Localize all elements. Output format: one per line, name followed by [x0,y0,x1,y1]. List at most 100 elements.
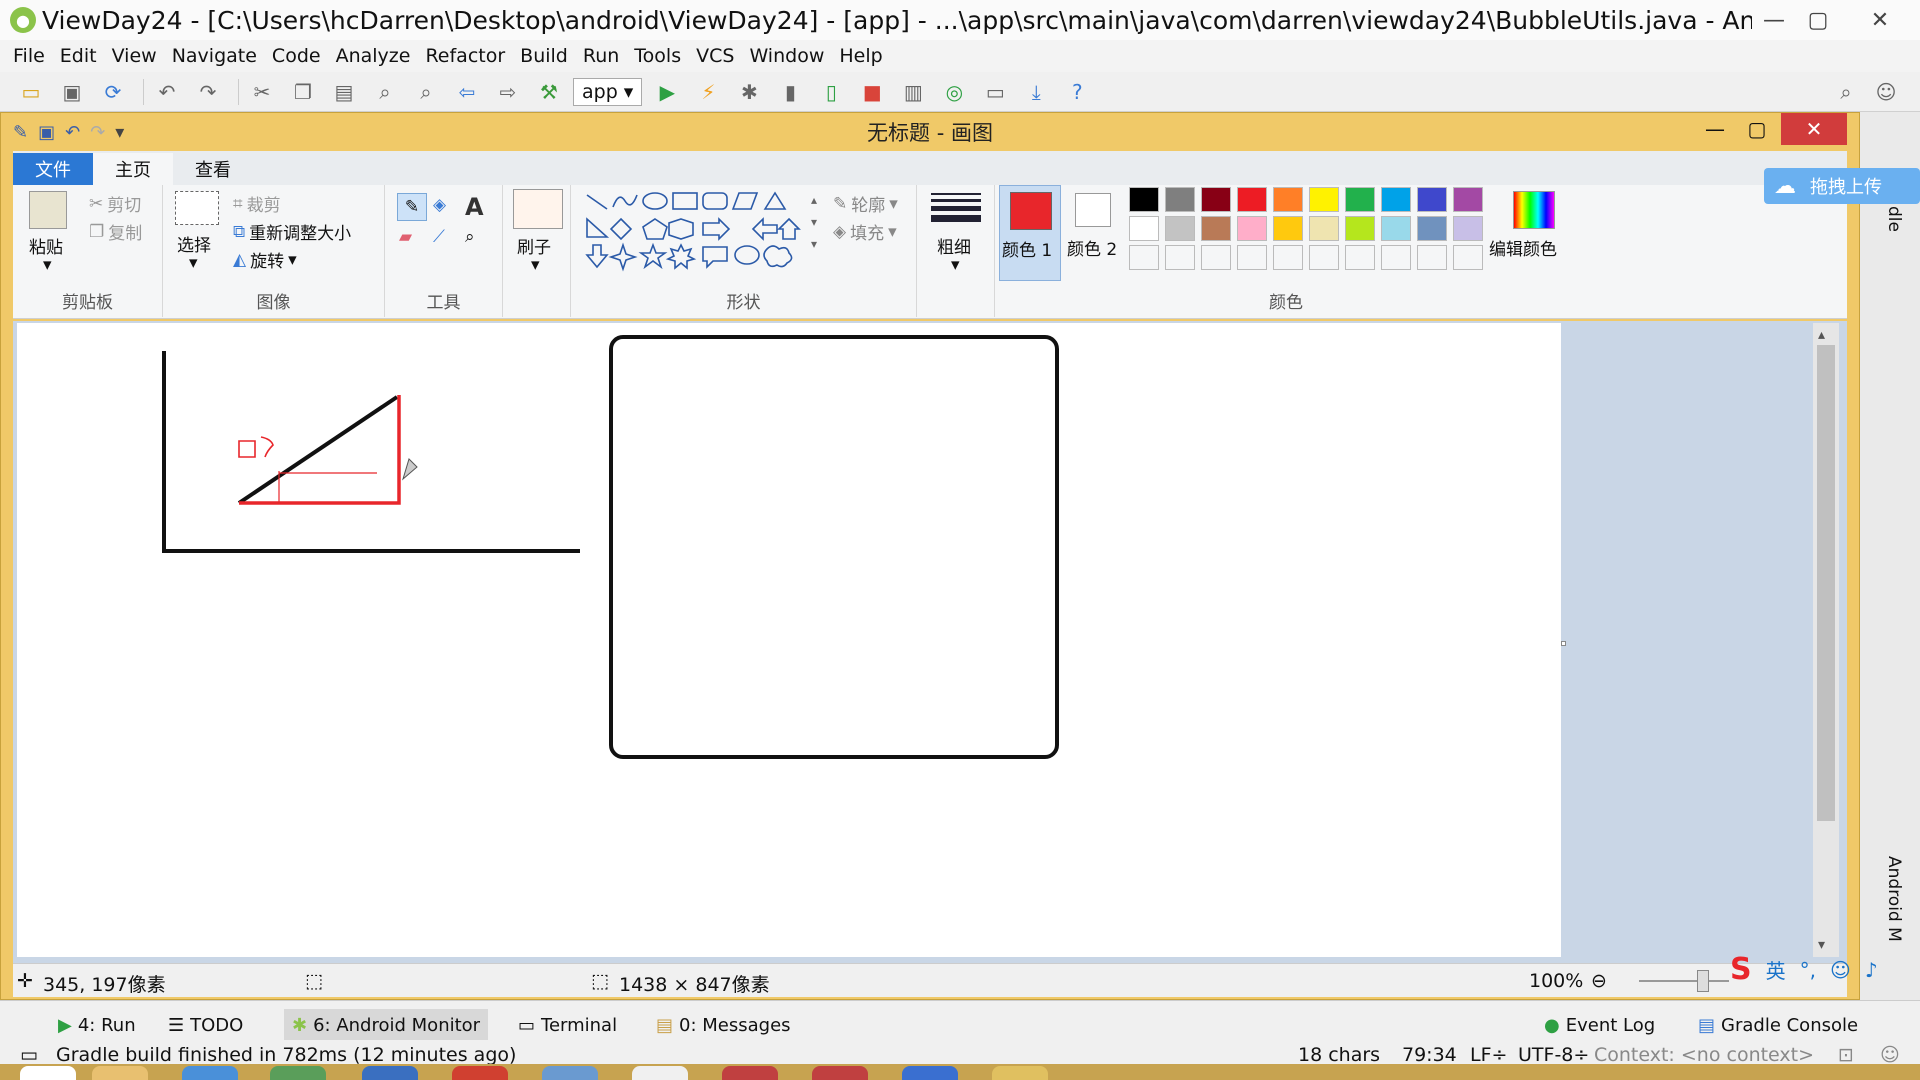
palette-custom-slot[interactable] [1273,245,1303,270]
palette-color-swatch[interactable] [1309,187,1339,212]
gradle-side-tab[interactable]: dle [1884,206,1904,232]
messages-tab[interactable]: ▤ 0: Messages [656,1015,791,1036]
menu-edit[interactable]: Edit [60,45,97,67]
save-icon[interactable]: ▣ [55,76,89,108]
status-toggle-icon[interactable]: ▭ [20,1044,38,1066]
scroll-up-icon[interactable]: ▴ [1818,327,1825,343]
color2-button[interactable]: 颜色 2 [1065,185,1123,281]
palette-color-swatch[interactable] [1129,216,1159,241]
palette-color-swatch[interactable] [1309,216,1339,241]
crop-button[interactable]: ⌗ 裁剪 [233,191,281,217]
palette-color-swatch[interactable] [1201,216,1231,241]
size-dropdown-icon[interactable]: ▾ [951,255,960,275]
color1-button[interactable]: 颜色 1 [999,185,1061,281]
palette-custom-slot[interactable] [1237,245,1267,270]
paint-maximize-button[interactable]: ▢ [1737,113,1777,145]
outline-button[interactable]: ✎ 轮廓 ▾ [833,191,898,217]
palette-color-swatch[interactable] [1381,187,1411,212]
shapes-expand-icon[interactable]: ▾ [811,237,817,251]
menu-build[interactable]: Build [520,45,568,67]
text-tool-icon[interactable]: A [465,193,484,221]
run-icon[interactable]: ▶ [650,76,684,108]
color-picker-icon[interactable]: ⟋ [433,227,445,247]
file-encoding[interactable]: UTF-8÷ [1518,1044,1589,1066]
run-tab[interactable]: ▶ 4: Run [58,1015,136,1036]
palette-custom-slot[interactable] [1453,245,1483,270]
taskbar-ie-icon[interactable] [182,1066,238,1080]
menu-navigate[interactable]: Navigate [172,45,257,67]
palette-custom-slot[interactable] [1165,245,1195,270]
shapes-scroll-down-icon[interactable]: ▾ [811,215,817,229]
palette-color-swatch[interactable] [1273,187,1303,212]
terminal-tab[interactable]: ▭ Terminal [518,1015,617,1036]
sync-icon[interactable]: ⟳ [96,76,130,108]
cut-icon[interactable]: ✂ [245,76,279,108]
menu-file[interactable]: File [13,45,45,67]
copy-button[interactable]: ❐ 复制 [89,219,142,245]
todo-tab[interactable]: ☰ TODO [168,1015,243,1036]
paste-dropdown-icon[interactable]: ▾ [43,255,52,275]
taskbar-start-icon[interactable] [20,1066,76,1080]
taskbar-app-icon[interactable] [270,1066,326,1080]
taskbar-app-icon[interactable] [632,1066,688,1080]
tab-home[interactable]: 主页 [93,153,173,185]
eraser-icon[interactable]: ▰ [399,227,412,247]
ime-emoji-icon[interactable]: ☺ [1830,958,1851,982]
taskbar-app-icon[interactable] [452,1066,508,1080]
user-icon[interactable]: ☺ [1869,76,1903,108]
build-hammer-icon[interactable]: ⚒ [532,76,566,108]
gradle-console-tab[interactable]: ▤ Gradle Console [1698,1015,1858,1036]
instant-run-icon[interactable]: ⚡ [691,76,725,108]
close-button[interactable]: ✕ [1840,0,1920,40]
canvas-resize-handle[interactable] [1561,641,1566,646]
tab-file[interactable]: 文件 [13,153,93,185]
minimize-button[interactable]: — [1752,0,1796,40]
taskbar-paint-icon[interactable] [992,1066,1048,1080]
open-folder-icon[interactable]: ▭ [14,76,48,108]
inspector-icon[interactable]: ☺ [1880,1044,1900,1066]
drawing-canvas[interactable] [17,323,1561,957]
android-monitor-tab[interactable]: ✱ 6: Android Monitor [284,1009,489,1042]
tab-view[interactable]: 查看 [173,153,253,185]
profile-icon[interactable]: ▮ [773,76,807,108]
palette-color-swatch[interactable] [1165,216,1195,241]
magnifier-icon[interactable]: ⌕ [465,227,475,247]
undo-icon[interactable]: ↶ [150,76,184,108]
fill-button[interactable]: ◈ 填充 ▾ [833,219,897,245]
paint-close-button[interactable]: ✕ [1781,113,1847,145]
palette-custom-slot[interactable] [1129,245,1159,270]
palette-color-swatch[interactable] [1201,187,1231,212]
ime-punctuation-icon[interactable]: °, [1800,958,1816,982]
menu-run[interactable]: Run [583,45,619,67]
copy-icon[interactable]: ❐ [286,76,320,108]
download-icon[interactable]: ⤓ [1019,76,1053,108]
brush-dropdown-icon[interactable]: ▾ [531,255,540,275]
find-icon[interactable]: ⌕ [368,76,402,108]
palette-color-swatch[interactable] [1273,216,1303,241]
lock-icon[interactable]: ⊡ [1838,1044,1854,1066]
ime-language[interactable]: 英 [1766,955,1786,984]
taskbar-app-icon[interactable] [812,1066,868,1080]
taskbar-app-icon[interactable] [902,1066,958,1080]
baidu-upload-widget[interactable]: ☁ 拖拽上传 [1764,168,1920,204]
edit-colors-button[interactable]: 编辑颜色 [1489,185,1579,281]
sync-gradle-icon[interactable]: ◎ [937,76,971,108]
fill-bucket-icon[interactable]: ◈ [433,195,446,215]
maximize-button[interactable]: ▢ [1796,0,1840,40]
shapes-gallery[interactable] [581,189,805,273]
attach-debugger-icon[interactable]: ▯ [814,76,848,108]
vertical-scrollbar[interactable]: ▴ ▾ [1813,323,1839,957]
palette-color-swatch[interactable] [1129,187,1159,212]
android-model-side-tab[interactable]: Android M [1884,856,1904,942]
palette-color-swatch[interactable] [1381,216,1411,241]
palette-color-swatch[interactable] [1165,187,1195,212]
taskbar-app-icon[interactable] [362,1066,418,1080]
menu-view[interactable]: View [112,45,157,67]
menu-help[interactable]: Help [839,45,882,67]
palette-custom-slot[interactable] [1201,245,1231,270]
palette-color-swatch[interactable] [1237,187,1267,212]
palette-custom-slot[interactable] [1345,245,1375,270]
palette-color-swatch[interactable] [1345,187,1375,212]
run-config-select[interactable]: app ▾ [573,77,643,106]
palette-custom-slot[interactable] [1381,245,1411,270]
